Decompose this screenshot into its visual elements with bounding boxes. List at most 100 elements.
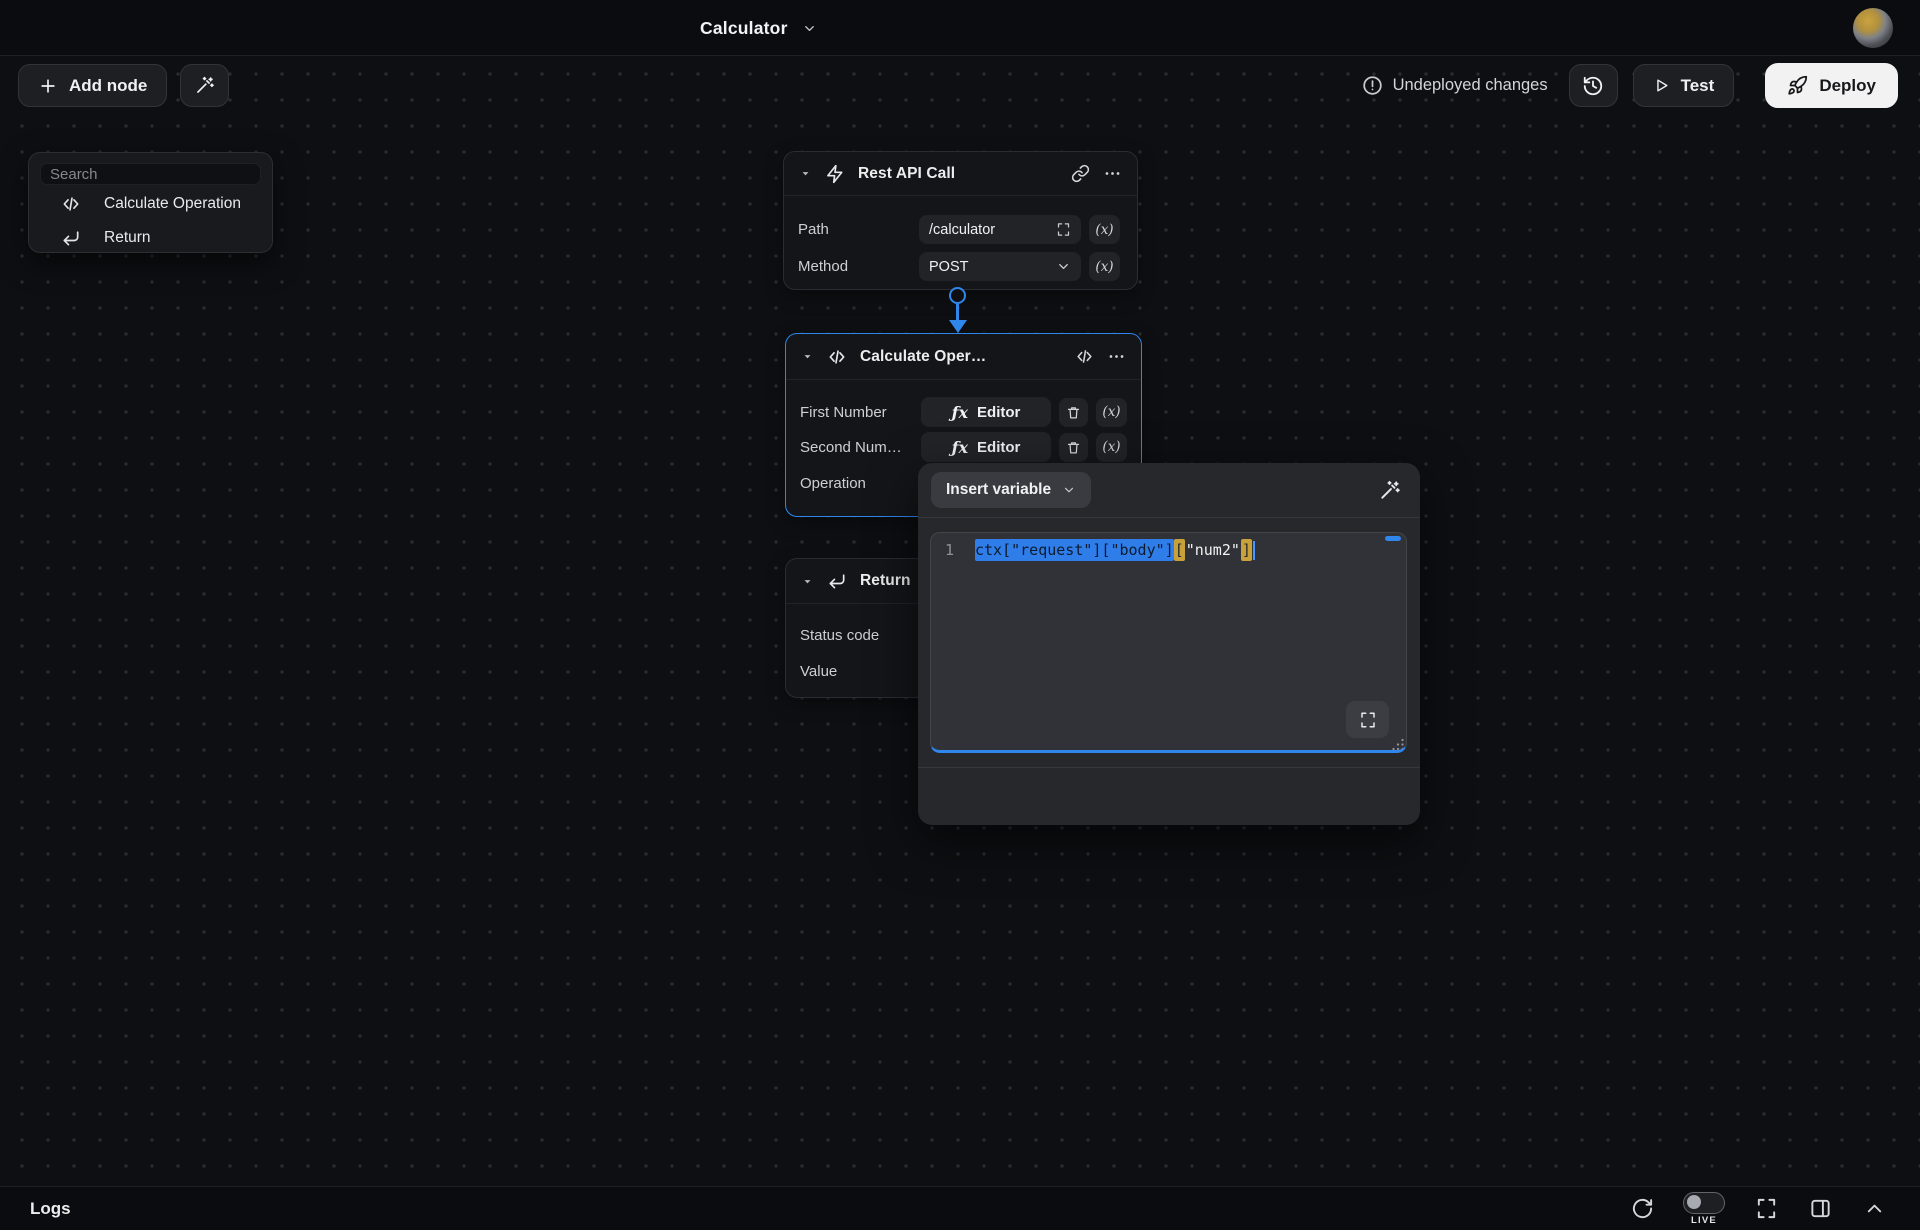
path-value: /calculator	[929, 221, 996, 238]
search-result-label: Return	[104, 228, 151, 246]
method-row: Method POST (x)	[784, 252, 1137, 281]
second-number-editor-button[interactable]: ƒx Editor	[921, 432, 1051, 462]
second-number-row: Second Num… ƒx Editor (x)	[786, 432, 1141, 462]
workflow-switcher[interactable]: Calculator	[700, 0, 817, 56]
history-icon	[1582, 75, 1604, 97]
page-title: Calculator	[700, 17, 788, 38]
scrollbar-thumb[interactable]	[1385, 536, 1401, 541]
bracket-open: [	[1173, 539, 1185, 561]
open-code-icon[interactable]	[1075, 347, 1094, 366]
method-select[interactable]: POST	[919, 252, 1081, 281]
collapse-chevron-icon[interactable]	[801, 350, 814, 363]
logs-label: Logs	[30, 1198, 71, 1218]
more-options-icon[interactable]	[1107, 347, 1126, 366]
node-header: Rest API Call	[784, 152, 1137, 196]
history-button[interactable]	[1568, 64, 1618, 107]
undeployed-changes: Undeployed changes	[1362, 75, 1548, 96]
link-icon[interactable]	[1071, 164, 1090, 183]
method-value: POST	[929, 258, 969, 275]
logs-bar-controls: LIVE	[1631, 1191, 1886, 1226]
search-input[interactable]	[40, 163, 261, 185]
line-number: 1	[944, 541, 954, 559]
return-icon	[61, 228, 104, 248]
toggle-knob	[1687, 1195, 1701, 1209]
magic-wand-icon	[194, 75, 215, 96]
collapse-chevron-icon[interactable]	[801, 575, 814, 588]
method-label: Method	[798, 258, 849, 275]
deploy-label: Deploy	[1819, 75, 1876, 95]
insert-variable-label: Insert variable	[946, 481, 1052, 498]
chevron-down-icon	[1062, 483, 1076, 497]
search-result-calculate-operation[interactable]: Calculate Operation	[29, 188, 272, 219]
connector-arrow	[949, 320, 967, 333]
delete-button[interactable]	[1059, 432, 1088, 462]
title-bar: Calculator	[0, 0, 1920, 56]
path-label: Path	[798, 221, 829, 238]
deploy-button[interactable]: Deploy	[1765, 63, 1898, 108]
ai-generate-button[interactable]	[180, 64, 230, 107]
editor-label: Editor	[977, 403, 1021, 421]
first-number-row: First Number ƒx Editor (x)	[786, 397, 1141, 427]
alert-circle-icon	[1362, 75, 1383, 96]
first-number-label: First Number	[800, 403, 887, 421]
live-label: LIVE	[1691, 1214, 1717, 1226]
variable-button[interactable]: (x)	[1096, 432, 1127, 462]
plus-icon	[38, 76, 58, 96]
fullscreen-icon[interactable]	[1755, 1197, 1778, 1220]
lightning-bolt-icon	[825, 164, 845, 184]
divider	[918, 517, 1420, 518]
node-header: Calculate Oper…	[786, 334, 1141, 380]
return-icon	[827, 571, 847, 591]
fx-icon: ƒx	[951, 437, 969, 457]
search-result-return[interactable]: Return	[29, 222, 272, 253]
node-title: Rest API Call	[858, 164, 956, 182]
text-cursor	[1252, 540, 1255, 560]
toolbar-left: Add node	[18, 64, 230, 107]
code-text: ctx["request"]["body"]["num2"]	[975, 539, 1255, 561]
fx-icon: ƒx	[951, 402, 969, 422]
collapse-panel-chevron-icon[interactable]	[1863, 1197, 1886, 1220]
fullscreen-editor-button[interactable]	[1346, 701, 1389, 738]
second-number-label: Second Num…	[800, 438, 902, 456]
expression-editor-popup: Insert variable 1 ctx["request"]["body"]…	[918, 463, 1420, 825]
play-icon	[1653, 77, 1670, 94]
collapse-chevron-icon[interactable]	[799, 167, 812, 180]
node-title: Calculate Oper…	[860, 347, 987, 365]
editor-label: Editor	[977, 438, 1021, 456]
insert-variable-button[interactable]: Insert variable	[931, 472, 1092, 508]
toggle-switch[interactable]	[1683, 1191, 1725, 1214]
path-row: Path /calculator (x)	[784, 215, 1137, 244]
first-number-editor-button[interactable]: ƒx Editor	[921, 397, 1051, 427]
bracket-close: ]	[1240, 539, 1252, 561]
string-token: "num2"	[1185, 541, 1240, 559]
resize-grip[interactable]	[1391, 736, 1405, 750]
variable-button[interactable]: (x)	[1089, 215, 1120, 244]
code-line: 1 ctx["request"]["body"]["num2"]	[931, 539, 1406, 561]
variable-button[interactable]: (x)	[1096, 397, 1127, 427]
expand-icon[interactable]	[1056, 222, 1071, 237]
connector-output-port[interactable]	[949, 287, 966, 304]
code-icon	[61, 194, 104, 214]
status-code-label: Status code	[800, 626, 880, 644]
toolbar-right: Undeployed changes Test Deploy	[1362, 63, 1898, 108]
live-toggle[interactable]: LIVE	[1683, 1191, 1725, 1226]
refresh-icon[interactable]	[1631, 1197, 1654, 1220]
delete-button[interactable]	[1059, 397, 1088, 427]
chevron-down-icon	[1056, 259, 1071, 274]
test-label: Test	[1680, 75, 1715, 95]
node-rest-api-call[interactable]: Rest API Call Path /calculator (x) Metho…	[783, 151, 1138, 290]
logs-bar[interactable]: Logs LIVE	[0, 1186, 1920, 1230]
code-editor[interactable]: 1 ctx["request"]["body"]["num2"]	[930, 532, 1407, 753]
more-options-icon[interactable]	[1103, 164, 1122, 183]
value-label: Value	[800, 662, 838, 680]
add-node-button[interactable]: Add node	[18, 64, 168, 107]
panel-right-icon[interactable]	[1809, 1197, 1832, 1220]
divider	[918, 767, 1420, 768]
popup-header: Insert variable	[918, 463, 1420, 517]
avatar[interactable]	[1853, 8, 1893, 48]
path-input[interactable]: /calculator	[919, 215, 1081, 244]
variable-button[interactable]: (x)	[1089, 252, 1120, 281]
add-node-label: Add node	[69, 75, 148, 95]
magic-wand-icon[interactable]	[1378, 479, 1407, 502]
test-button[interactable]: Test	[1632, 64, 1735, 107]
